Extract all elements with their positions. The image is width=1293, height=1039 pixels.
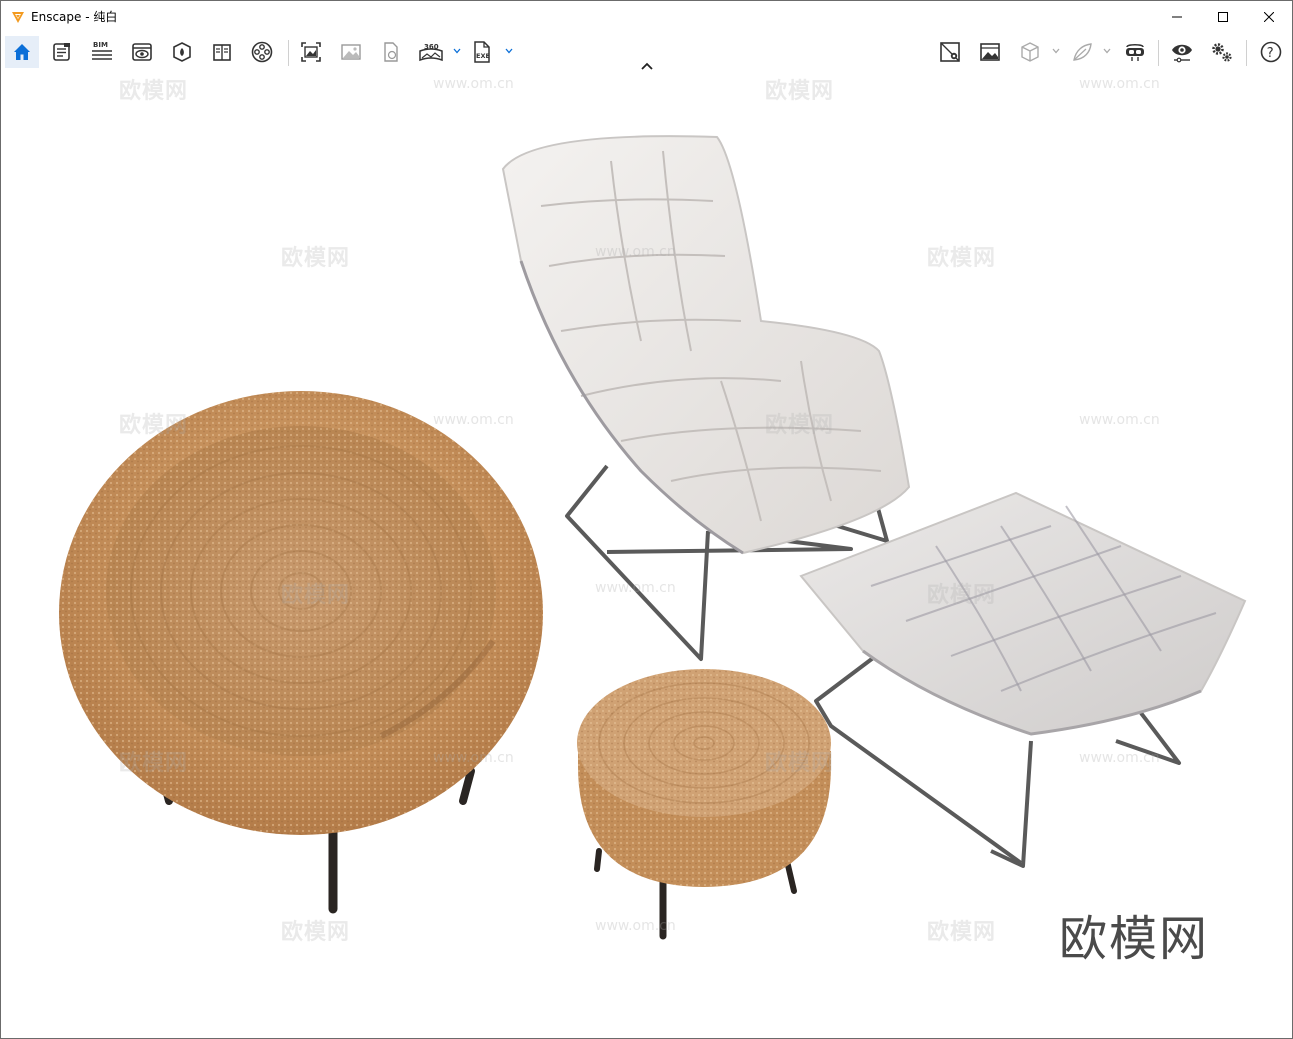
watermark-url: www.om.cn xyxy=(433,76,514,92)
material-editor-button[interactable] xyxy=(205,36,239,68)
watermark: 欧模网 xyxy=(765,79,835,104)
vr-headset-button[interactable] xyxy=(1118,36,1152,68)
watermark: 欧模网 xyxy=(765,413,835,438)
web-standalone-button[interactable] xyxy=(374,36,408,68)
asset-library-button[interactable] xyxy=(165,36,199,68)
view-cube-icon xyxy=(1021,42,1039,62)
watermark-url: www.om.cn xyxy=(595,580,676,596)
leather-ottoman xyxy=(799,491,1247,868)
watermark: 欧模网 xyxy=(281,920,351,945)
watermark-url: www.om.cn xyxy=(1079,76,1160,92)
toolbar-separator xyxy=(288,40,289,66)
panorama-icon: 360 xyxy=(419,43,443,62)
watermark: 欧模网 xyxy=(119,751,189,776)
close-button[interactable] xyxy=(1246,1,1292,32)
gear-settings-icon xyxy=(1212,43,1232,62)
watermark-url: www.om.cn xyxy=(433,750,514,766)
svg-text:?: ? xyxy=(1267,46,1274,61)
title-bar: Enscape - 纯白 xyxy=(1,1,1292,32)
toolbar-separator xyxy=(1246,40,1247,66)
vegetation-dropdown-button[interactable] xyxy=(1102,44,1112,58)
window-controls xyxy=(1154,1,1292,32)
settings-button[interactable] xyxy=(1205,36,1239,68)
panorama-dropdown-button[interactable] xyxy=(452,44,462,58)
asset-library-icon xyxy=(173,42,191,62)
video-editor-icon xyxy=(251,41,273,63)
vegetation-button[interactable] xyxy=(1065,36,1099,68)
chevron-down-icon xyxy=(1052,48,1060,54)
chevron-down-icon xyxy=(1103,48,1111,54)
watermark-url: www.om.cn xyxy=(1079,750,1160,766)
render-export-icon xyxy=(980,43,1000,61)
watermark: 欧模网 xyxy=(119,79,189,104)
news-icon xyxy=(53,43,70,61)
bim-icon: BIM xyxy=(92,41,112,60)
video-editor-button[interactable] xyxy=(245,36,279,68)
chevron-down-icon xyxy=(453,48,461,54)
svg-text:EXE: EXE xyxy=(476,52,490,60)
help-icon: ? xyxy=(1260,41,1282,63)
vegetation-icon xyxy=(1073,43,1092,61)
material-editor-icon xyxy=(213,44,231,61)
view-management-icon xyxy=(132,43,152,61)
home-icon xyxy=(14,44,30,60)
rattan-stool xyxy=(577,669,831,940)
exe-dropdown-button[interactable] xyxy=(504,44,514,58)
watermark: 欧模网 xyxy=(765,751,835,776)
watermark-url: www.om.cn xyxy=(433,412,514,428)
safe-frame-icon xyxy=(940,42,960,62)
watermark: 欧模网 xyxy=(927,246,997,271)
watermark-url: www.om.cn xyxy=(595,918,676,934)
furniture-render xyxy=(59,135,1247,940)
maximize-button[interactable] xyxy=(1200,1,1246,32)
help-button[interactable]: ? xyxy=(1254,36,1288,68)
watermark: 欧模网 xyxy=(927,583,997,608)
maximize-icon xyxy=(1218,11,1228,22)
exe-export-icon: EXE xyxy=(474,41,490,63)
window-title: Enscape - 纯白 xyxy=(31,10,118,24)
view-cube-dropdown-button[interactable] xyxy=(1051,44,1061,58)
brand-watermark: 欧模网 xyxy=(1059,911,1210,967)
screenshot-icon xyxy=(301,42,321,62)
watermark-url: www.om.cn xyxy=(595,244,676,260)
watermark: 欧模网 xyxy=(281,246,351,271)
view-cube-button[interactable] xyxy=(1013,36,1047,68)
bim-button[interactable]: BIM xyxy=(85,36,119,68)
view-management-button[interactable] xyxy=(125,36,159,68)
close-icon xyxy=(1264,11,1274,22)
home-button[interactable] xyxy=(5,36,39,68)
watermark: 欧模网 xyxy=(927,920,997,945)
web-standalone-icon xyxy=(384,42,398,62)
minimize-button[interactable] xyxy=(1154,1,1200,32)
batch-render-button[interactable] xyxy=(334,36,368,68)
watermark: 欧模网 xyxy=(119,413,189,438)
batch-render-icon xyxy=(341,44,361,60)
watermark-url: www.om.cn xyxy=(1079,412,1160,428)
vr-headset-icon xyxy=(1126,44,1144,61)
eye-settings-icon xyxy=(1172,44,1192,63)
rattan-lounge-chair xyxy=(59,391,543,914)
minimize-icon xyxy=(1172,16,1182,17)
panorama-button[interactable]: 360 xyxy=(414,36,448,68)
collapse-toolbar-button[interactable] xyxy=(639,59,655,71)
toolbar-separator xyxy=(1158,40,1159,66)
watermark: 欧模网 xyxy=(281,583,351,608)
render-viewport[interactable]: 欧模网 www.om.cn 欧模网 www.om.cn 欧模网 www.om.c… xyxy=(1,72,1292,1038)
news-button[interactable] xyxy=(45,36,79,68)
safe-frame-button[interactable] xyxy=(933,36,967,68)
chevron-down-icon xyxy=(505,48,513,54)
enscape-logo-icon xyxy=(12,11,24,23)
svg-text:BIM: BIM xyxy=(93,41,108,49)
screenshot-button[interactable] xyxy=(294,36,328,68)
exe-export-button[interactable]: EXE xyxy=(465,36,499,68)
visual-settings-button[interactable] xyxy=(1165,36,1199,68)
render-export-button[interactable] xyxy=(973,36,1007,68)
enscape-window: Enscape - 纯白 BIM 360 EXE ? 欧模网 www.om.cn… xyxy=(0,0,1293,1039)
chevron-up-icon xyxy=(641,62,653,70)
